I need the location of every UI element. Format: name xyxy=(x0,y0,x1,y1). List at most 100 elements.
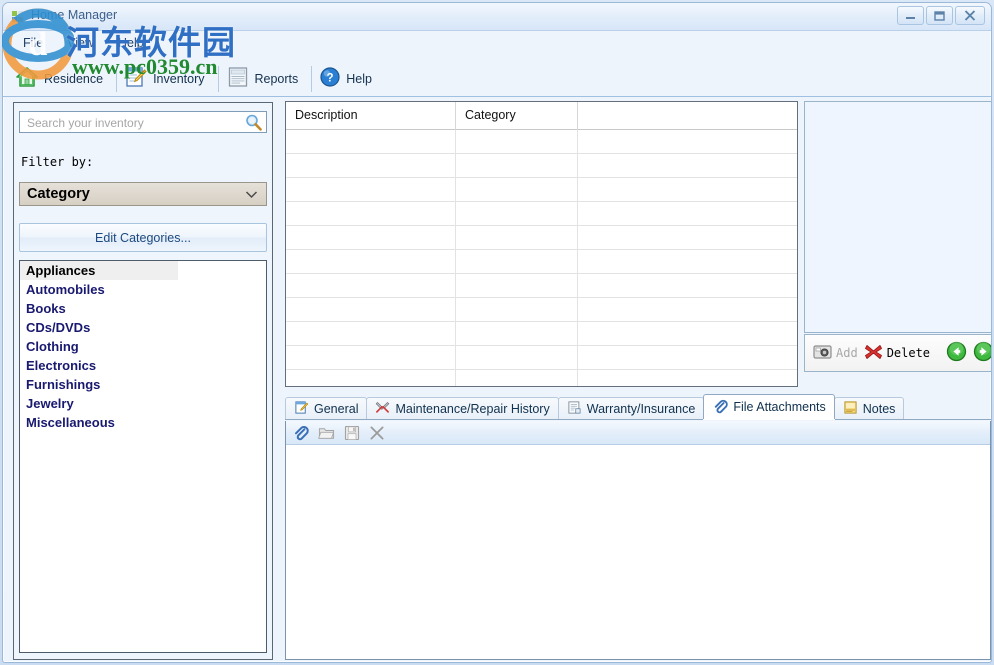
table-cell[interactable] xyxy=(578,274,797,298)
toolbar-button-reports[interactable]: Reports xyxy=(222,64,309,94)
table-cell[interactable] xyxy=(578,178,797,202)
table-row[interactable] xyxy=(286,346,797,370)
paperclip-icon[interactable] xyxy=(292,424,309,441)
table-cell[interactable] xyxy=(456,298,578,322)
table-cell[interactable] xyxy=(286,130,456,154)
main-toolbar: Residence Inventory xyxy=(3,61,991,97)
photo-delete-button[interactable]: Delete xyxy=(864,343,930,364)
table-row[interactable] xyxy=(286,154,797,178)
table-cell[interactable] xyxy=(286,322,456,346)
menu-item-view[interactable]: View xyxy=(67,34,105,52)
tab-label-warranty: Warranty/Insurance xyxy=(587,402,696,416)
table-cell[interactable] xyxy=(286,346,456,370)
table-row[interactable] xyxy=(286,322,797,346)
certificate-icon xyxy=(567,400,582,418)
grid-column-category[interactable]: Category xyxy=(456,102,578,130)
category-item-furnishings[interactable]: Furnishings xyxy=(20,375,266,394)
category-item-appliances[interactable]: Appliances xyxy=(20,261,178,280)
table-cell[interactable] xyxy=(286,298,456,322)
photo-previous-button[interactable] xyxy=(946,341,967,365)
table-cell[interactable] xyxy=(456,250,578,274)
table-row[interactable] xyxy=(286,226,797,250)
table-cell[interactable] xyxy=(578,154,797,178)
application-window: Home Manager Fi xyxy=(0,0,994,665)
category-item-clothing[interactable]: Clothing xyxy=(20,337,266,356)
search-box[interactable] xyxy=(19,111,267,133)
grid-header-row: Description Category xyxy=(286,102,797,130)
table-cell[interactable] xyxy=(456,274,578,298)
tab-maintenance-repair-history[interactable]: Maintenance/Repair History xyxy=(366,397,558,419)
table-cell[interactable] xyxy=(578,130,797,154)
table-cell[interactable] xyxy=(456,130,578,154)
table-row[interactable] xyxy=(286,130,797,154)
table-cell[interactable] xyxy=(456,202,578,226)
tab-warranty-insurance[interactable]: Warranty/Insurance xyxy=(558,397,705,419)
table-cell[interactable] xyxy=(286,178,456,202)
filter-category-dropdown[interactable]: Category xyxy=(19,182,267,206)
tab-notes[interactable]: Notes xyxy=(834,397,905,419)
inventory-grid[interactable]: Description Category xyxy=(285,101,798,387)
file-attachments-panel xyxy=(285,421,991,660)
table-row[interactable] xyxy=(286,250,797,274)
table-row[interactable] xyxy=(286,178,797,202)
table-cell[interactable] xyxy=(578,346,797,370)
category-item-books[interactable]: Books xyxy=(20,299,266,318)
photo-add-button[interactable]: Add xyxy=(813,343,858,363)
table-cell[interactable] xyxy=(456,346,578,370)
edit-categories-label: Edit Categories... xyxy=(95,231,191,245)
menu-item-file[interactable]: File xyxy=(23,34,54,52)
table-row[interactable] xyxy=(286,274,797,298)
photo-next-button[interactable] xyxy=(973,341,992,365)
table-cell[interactable] xyxy=(286,154,456,178)
table-cell[interactable] xyxy=(286,274,456,298)
category-item-automobiles[interactable]: Automobiles xyxy=(20,280,266,299)
red-x-icon xyxy=(864,343,883,364)
grid-column-blank[interactable] xyxy=(578,102,797,130)
table-cell[interactable] xyxy=(578,298,797,322)
search-input[interactable] xyxy=(25,115,225,131)
toolbar-button-residence[interactable]: Residence xyxy=(11,64,113,94)
menu-bar: File View Help xyxy=(3,32,991,54)
category-list[interactable]: Appliances Automobiles Books CDs/DVDs Cl… xyxy=(19,260,267,653)
table-cell[interactable] xyxy=(578,322,797,346)
close-button[interactable] xyxy=(955,6,985,25)
table-cell[interactable] xyxy=(286,370,456,387)
table-cell[interactable] xyxy=(456,322,578,346)
table-cell[interactable] xyxy=(578,226,797,250)
window-frame: Home Manager Fi xyxy=(2,2,992,663)
table-row[interactable] xyxy=(286,202,797,226)
category-item-jewelry[interactable]: Jewelry xyxy=(20,394,266,413)
table-cell[interactable] xyxy=(578,370,797,387)
attachments-list[interactable] xyxy=(286,445,990,659)
table-cell[interactable] xyxy=(456,178,578,202)
category-item-electronics[interactable]: Electronics xyxy=(20,356,266,375)
edit-categories-button[interactable]: Edit Categories... xyxy=(19,223,267,252)
category-item-cds-dvds[interactable]: CDs/DVDs xyxy=(20,318,266,337)
tab-general[interactable]: General xyxy=(285,397,367,419)
toolbar-button-inventory[interactable]: Inventory xyxy=(120,64,214,94)
chevron-down-icon[interactable] xyxy=(245,188,258,202)
table-cell[interactable] xyxy=(578,250,797,274)
photo-delete-label: Delete xyxy=(887,346,930,360)
toolbar-button-help[interactable]: ? Help xyxy=(315,64,382,94)
table-cell[interactable] xyxy=(286,250,456,274)
grid-column-description[interactable]: Description xyxy=(286,102,456,130)
menu-item-help[interactable]: Help xyxy=(118,34,155,52)
maximize-button[interactable] xyxy=(926,6,953,25)
table-cell[interactable] xyxy=(578,202,797,226)
table-row[interactable] xyxy=(286,298,797,322)
tab-file-attachments[interactable]: File Attachments xyxy=(703,394,834,419)
minimize-button[interactable] xyxy=(897,6,924,25)
table-cell[interactable] xyxy=(286,202,456,226)
magnifier-icon[interactable] xyxy=(244,113,263,135)
table-cell[interactable] xyxy=(456,226,578,250)
paperclip-icon xyxy=(712,398,728,417)
category-item-miscellaneous[interactable]: Miscellaneous xyxy=(20,413,266,432)
table-cell[interactable] xyxy=(456,154,578,178)
sidebar-inner: Filter by: Category Edit Categories... A… xyxy=(14,103,272,659)
open-folder-icon xyxy=(318,425,335,441)
table-row[interactable] xyxy=(286,370,797,387)
grid-body xyxy=(286,130,797,387)
table-cell[interactable] xyxy=(286,226,456,250)
table-cell[interactable] xyxy=(456,370,578,387)
